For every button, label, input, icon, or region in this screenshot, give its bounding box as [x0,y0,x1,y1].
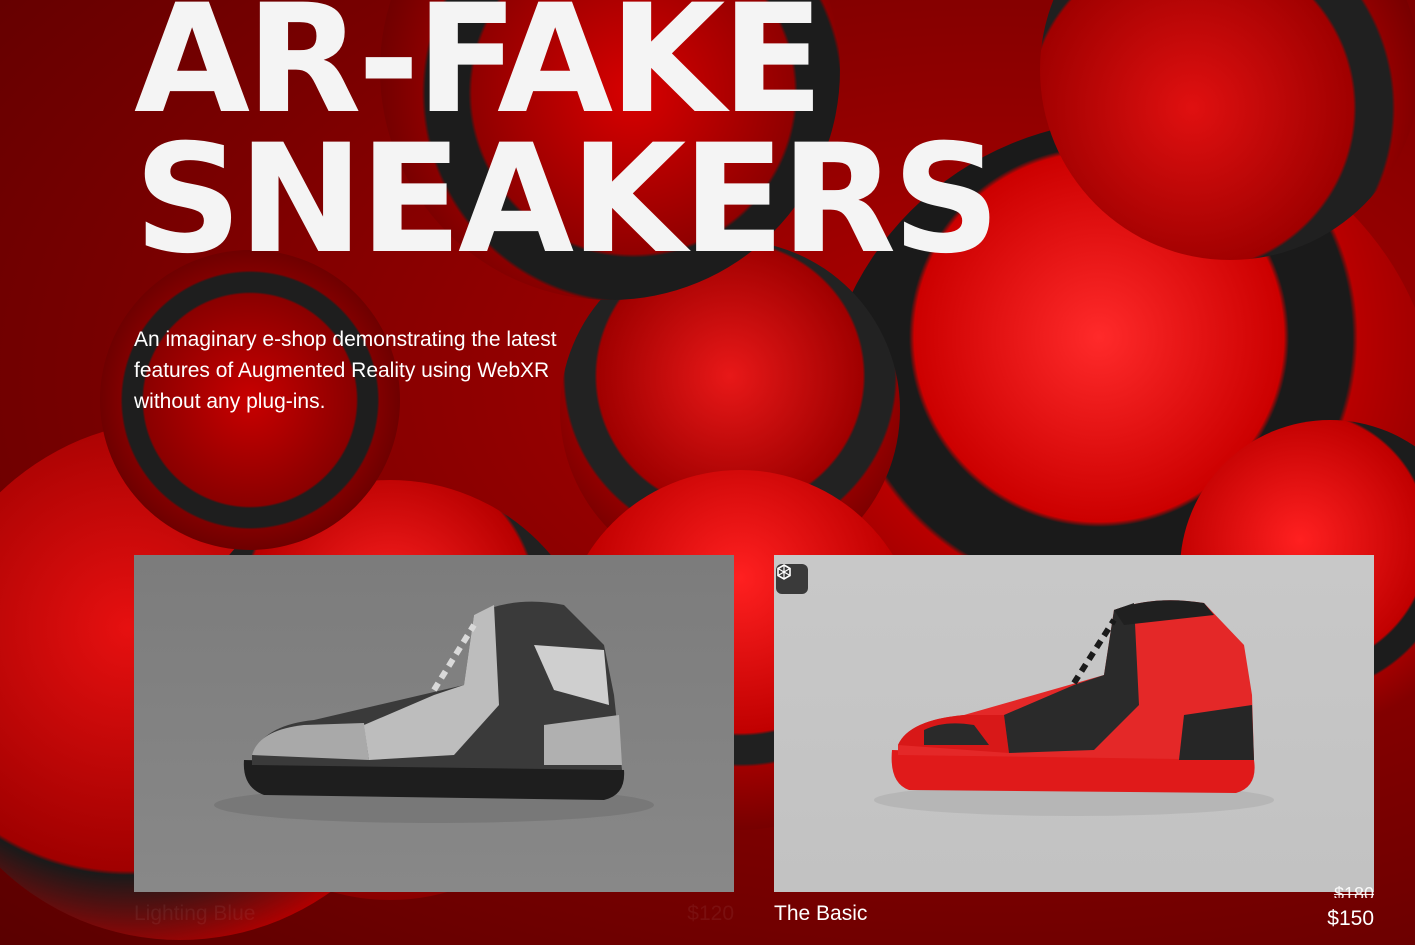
hero-description: An imaginary e-shop demonstrating the la… [134,328,557,413]
product-price-1: $120 [687,902,734,925]
ar-cube-icon [777,564,791,580]
title-line-2: SNEAKERS [134,113,1000,287]
sneaker-image [874,600,1274,816]
product-name-1[interactable]: Lighting Blue [134,902,255,926]
ar-view-button[interactable] [776,564,808,594]
title-line-1: AR-FAKE [134,0,824,147]
product-old-price-2: $180 [1333,884,1374,898]
product-price-2: $150 [1327,907,1374,930]
page-title: AR-FAKE SNEAKERS [134,0,1000,287]
sneaker-image [214,601,654,823]
product-card-the-basic[interactable] [774,555,1374,892]
product-card-lighting-blue[interactable] [134,555,734,892]
product-name-2[interactable]: The Basic [774,902,867,926]
